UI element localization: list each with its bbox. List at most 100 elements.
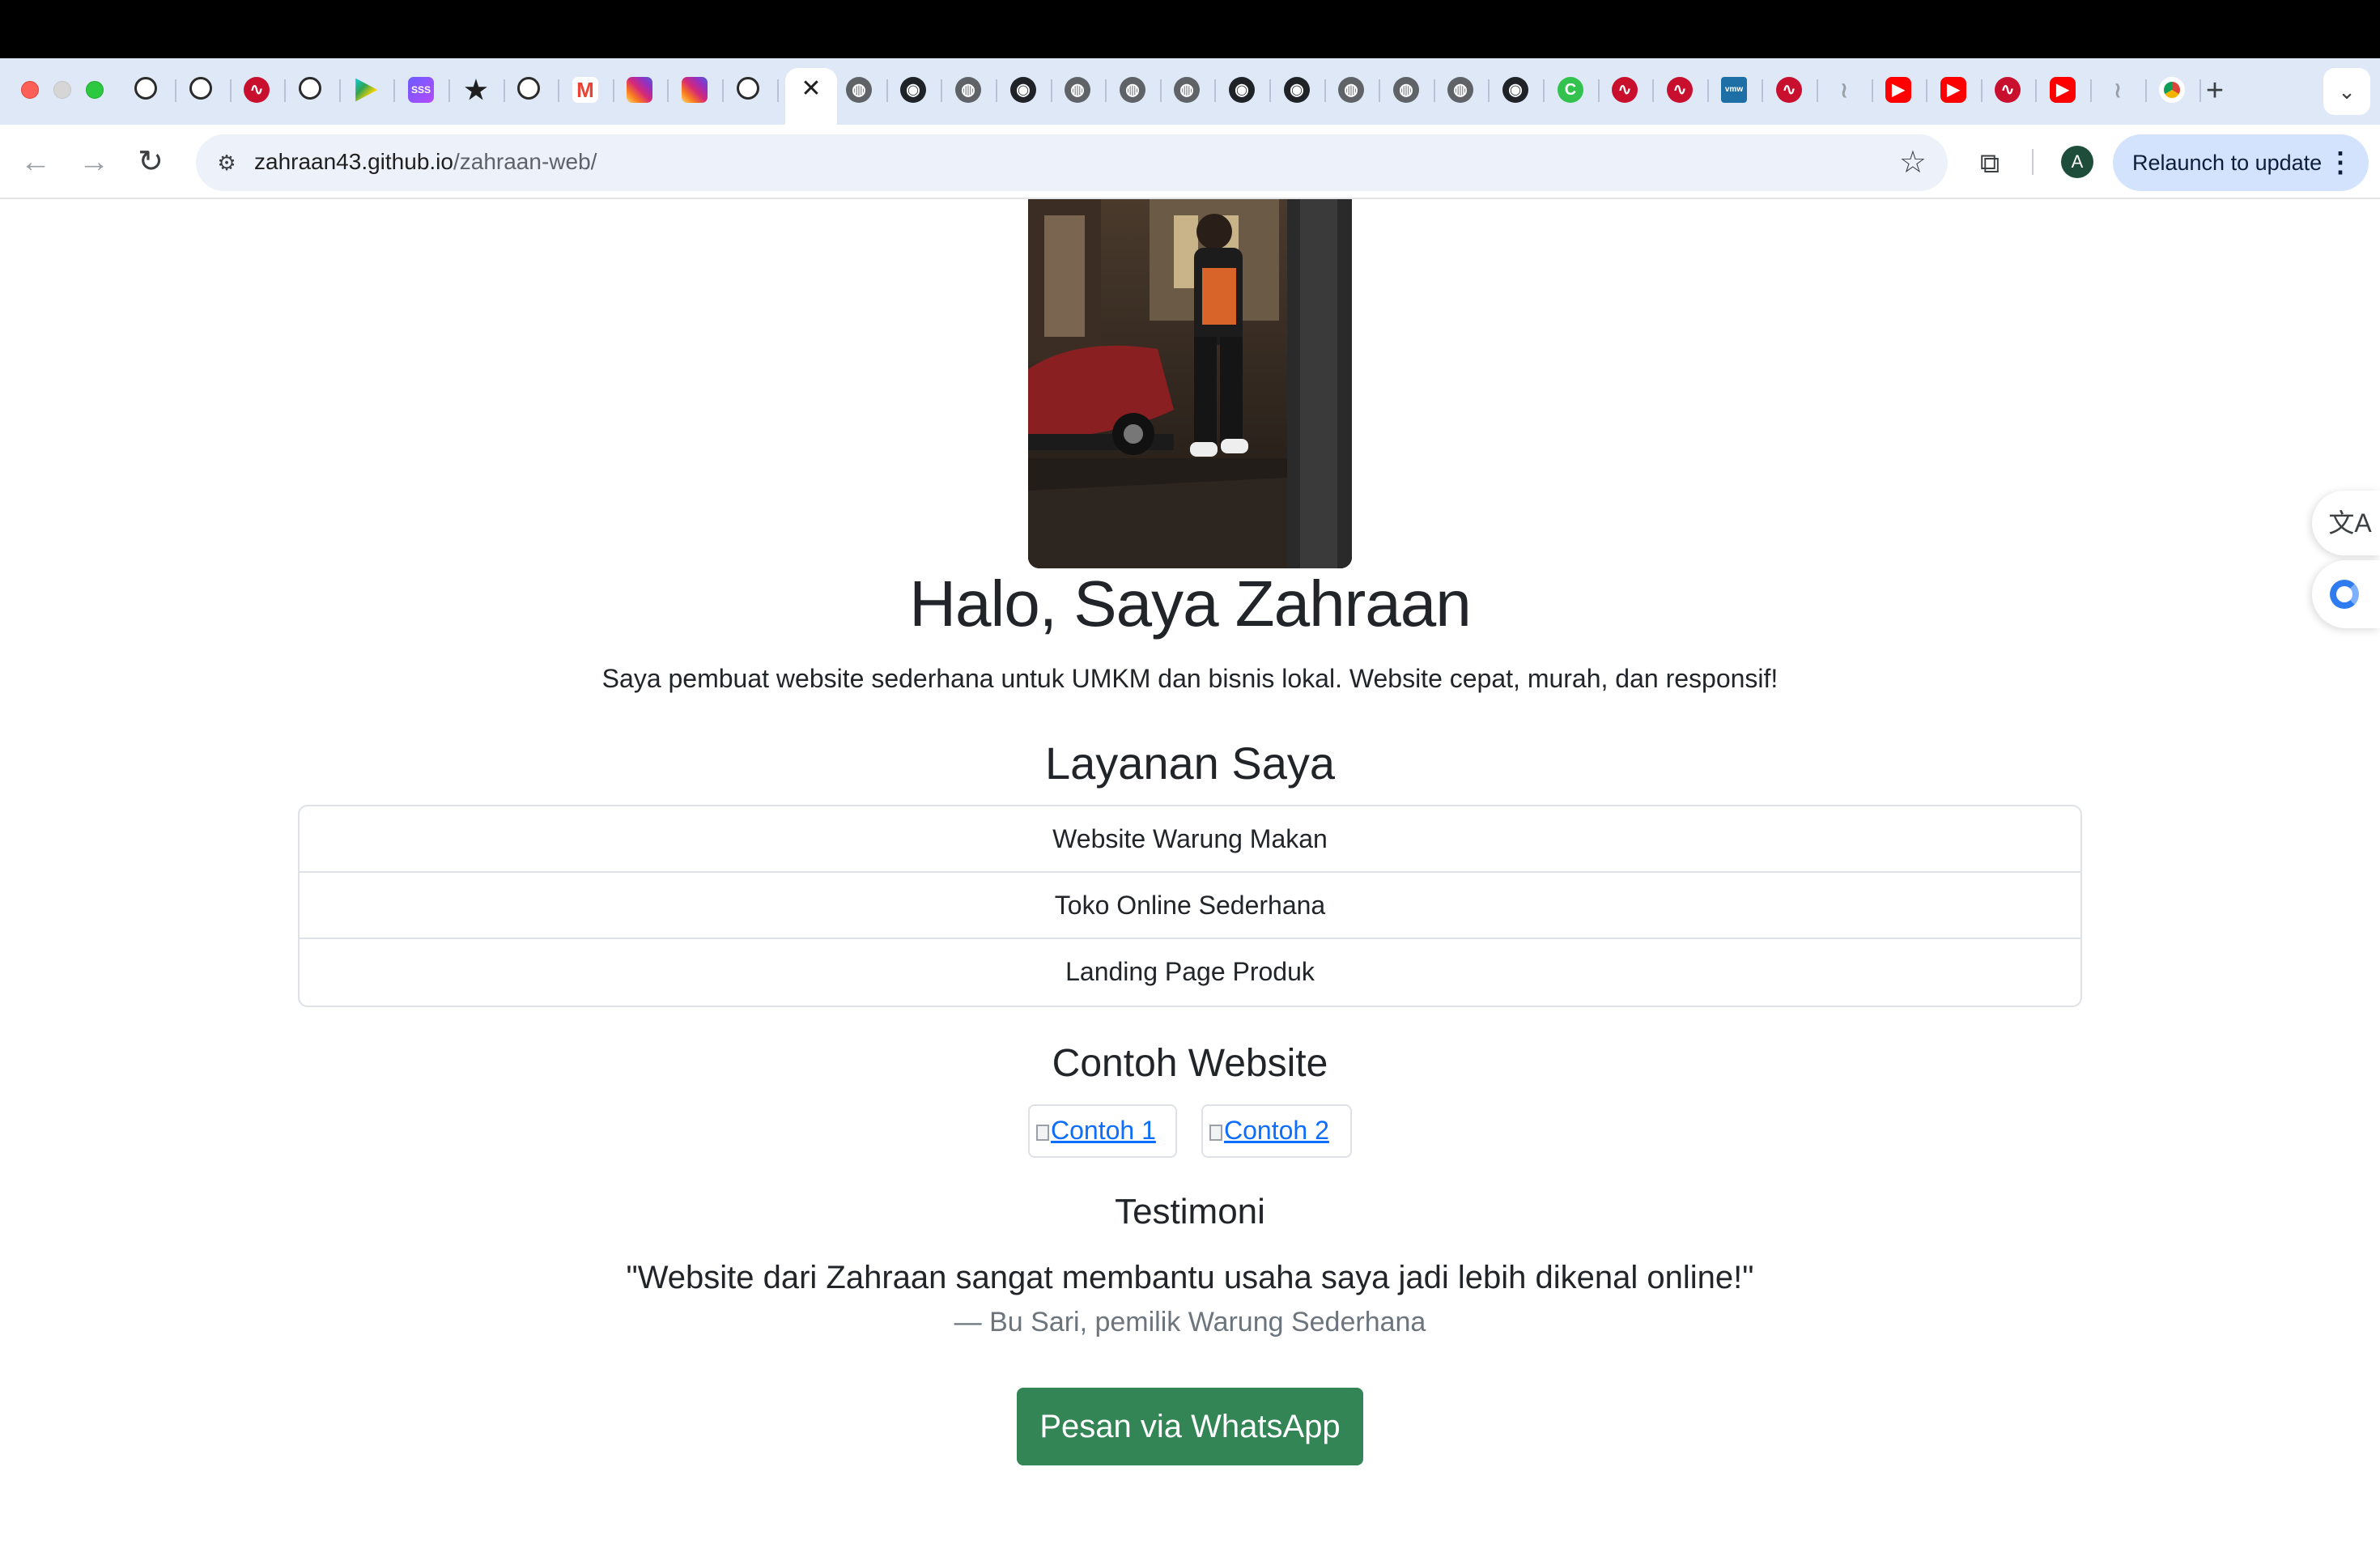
github-icon[interactable]: ◉ <box>1502 77 1528 103</box>
url-text[interactable]: zahraan43.github.io/zahraan-web/ <box>254 149 597 175</box>
github-icon[interactable]: ◉ <box>1229 77 1255 103</box>
tab-separator <box>941 79 942 102</box>
tab-separator <box>777 79 779 102</box>
whatsapp-order-button[interactable]: Pesan via WhatsApp <box>1017 1388 1363 1465</box>
site-info-icon[interactable]: ⚙ <box>209 145 244 181</box>
github-icon[interactable]: ◉ <box>900 77 926 103</box>
tab-separator <box>996 79 997 102</box>
vmware-icon[interactable]: vmw <box>1721 77 1747 103</box>
page-title: Halo, Saya Zahraan <box>909 568 1472 640</box>
more-menu-icon[interactable]: ⋮ <box>2327 134 2354 191</box>
tab-separator <box>1817 79 1818 102</box>
tab-separator <box>1543 79 1545 102</box>
example-thumbnail[interactable]: Contoh 1 <box>1028 1104 1177 1158</box>
red-pulse-icon[interactable]: ∿ <box>1776 77 1802 103</box>
reload-icon[interactable]: ↻ <box>130 141 172 183</box>
tab-search-chevron-icon[interactable]: ⌄ <box>2323 68 2370 115</box>
red-pulse-icon[interactable]: ∿ <box>1995 77 2021 103</box>
service-item: Toko Online Sederhana <box>300 873 2080 939</box>
github-icon[interactable]: ◉ <box>1284 77 1310 103</box>
profile-photo <box>1028 199 1352 568</box>
service-item: Website Warung Makan <box>300 806 2080 873</box>
sss-icon[interactable]: SSS <box>408 77 434 103</box>
extensions-puzzle-icon[interactable]: ⧉ <box>1970 144 2009 183</box>
services-list: Website Warung Makan Toko Online Sederha… <box>298 805 2082 1007</box>
tab-separator <box>1926 79 1927 102</box>
close-icon[interactable]: ✕ <box>798 76 824 102</box>
tab-separator <box>1762 79 1763 102</box>
openai-icon[interactable] <box>737 77 759 100</box>
example-thumbnail[interactable]: Contoh 2 <box>1201 1104 1352 1158</box>
tab-separator <box>1707 79 1709 102</box>
relaunch-to-update-button[interactable]: Relaunch to update ⋮ <box>2113 134 2369 191</box>
tab-separator <box>667 79 669 102</box>
url-host: zahraan43.github.io <box>254 149 453 174</box>
red-pulse-icon[interactable]: ∿ <box>1612 77 1638 103</box>
tab-separator <box>558 79 559 102</box>
tab-separator <box>1214 79 1216 102</box>
window-close-button[interactable] <box>21 81 39 99</box>
tab-separator <box>230 79 232 102</box>
globe-icon[interactable]: ◍ <box>1065 77 1090 103</box>
page-content: Halo, Saya Zahraan Saya pembuat website … <box>0 199 2380 1548</box>
gmail-icon[interactable]: M <box>572 77 598 103</box>
tab-separator <box>1488 79 1490 102</box>
bookmark-star-icon[interactable]: ☆ <box>1899 144 1927 181</box>
red-pulse-icon[interactable]: ∿ <box>244 77 270 103</box>
feather-icon[interactable]: ≀ <box>2105 77 2131 103</box>
green-c-icon[interactable]: C <box>1558 77 1583 103</box>
new-tab-button[interactable]: + <box>2199 74 2231 107</box>
youtube-icon[interactable]: ▶ <box>1940 77 1966 103</box>
assistant-icon[interactable] <box>2312 560 2380 628</box>
globe-icon[interactable]: ◍ <box>1338 77 1364 103</box>
openai-icon[interactable] <box>299 77 321 100</box>
star-pin-icon[interactable]: ★ <box>463 77 489 103</box>
globe-icon[interactable]: ◍ <box>1447 77 1473 103</box>
tab-separator <box>2145 79 2147 102</box>
red-pulse-icon[interactable]: ∿ <box>1667 77 1693 103</box>
openai-icon[interactable] <box>189 77 212 100</box>
tab-separator <box>339 79 341 102</box>
tab-separator <box>393 79 395 102</box>
chrome-icon[interactable] <box>2159 77 2185 103</box>
broken-image-icon <box>1209 1125 1222 1141</box>
hero-subtitle: Saya pembuat website sederhana untuk UMK… <box>601 664 1779 693</box>
tab-separator <box>613 79 614 102</box>
tab-separator <box>1051 79 1052 102</box>
address-bar[interactable]: ⚙ zahraan43.github.io/zahraan-web/ ☆ <box>196 134 1948 191</box>
openai-icon[interactable] <box>134 77 157 100</box>
github-icon[interactable]: ◉ <box>1010 77 1036 103</box>
tab-separator <box>175 79 176 102</box>
services-heading: Layanan Saya <box>1044 738 1336 789</box>
window-zoom-button[interactable] <box>86 81 104 99</box>
globe-icon[interactable]: ◍ <box>1174 77 1200 103</box>
tab-separator <box>1160 79 1162 102</box>
tab-separator <box>2090 79 2092 102</box>
tab-separator <box>1324 79 1326 102</box>
tab-separator <box>448 79 450 102</box>
youtube-icon[interactable]: ▶ <box>1885 77 1911 103</box>
testimoni-heading: Testimoni <box>1115 1192 1265 1231</box>
feather-icon[interactable]: ≀ <box>1831 77 1857 103</box>
globe-icon[interactable]: ◍ <box>1393 77 1419 103</box>
instagram-icon[interactable] <box>627 77 652 103</box>
tab-separator <box>2035 79 2037 102</box>
example-link-1[interactable]: Contoh 1 <box>1036 1112 1169 1148</box>
profile-avatar[interactable]: A <box>2061 146 2093 178</box>
active-tab[interactable]: ✕ <box>785 68 837 125</box>
instagram-icon[interactable] <box>682 77 708 103</box>
openai-icon[interactable] <box>517 77 540 100</box>
globe-icon[interactable]: ◍ <box>846 77 872 103</box>
example-alt-text: Contoh 1 <box>1051 1116 1156 1145</box>
example-link-2[interactable]: Contoh 2 <box>1209 1112 1344 1148</box>
translate-icon[interactable]: 文A <box>2312 491 2380 555</box>
globe-icon[interactable]: ◍ <box>1120 77 1145 103</box>
tab-separator <box>1652 79 1654 102</box>
forward-arrow-icon[interactable]: → <box>73 141 115 183</box>
youtube-icon[interactable]: ▶ <box>2050 77 2076 103</box>
testimoni-author: — Bu Sari, pemilik Warung Sederhana <box>954 1307 1426 1337</box>
back-arrow-icon[interactable]: ← <box>15 141 57 183</box>
examples-heading: Contoh Website <box>1052 1042 1328 1085</box>
window-minimize-button[interactable] <box>53 81 71 99</box>
globe-icon[interactable]: ◍ <box>955 77 981 103</box>
